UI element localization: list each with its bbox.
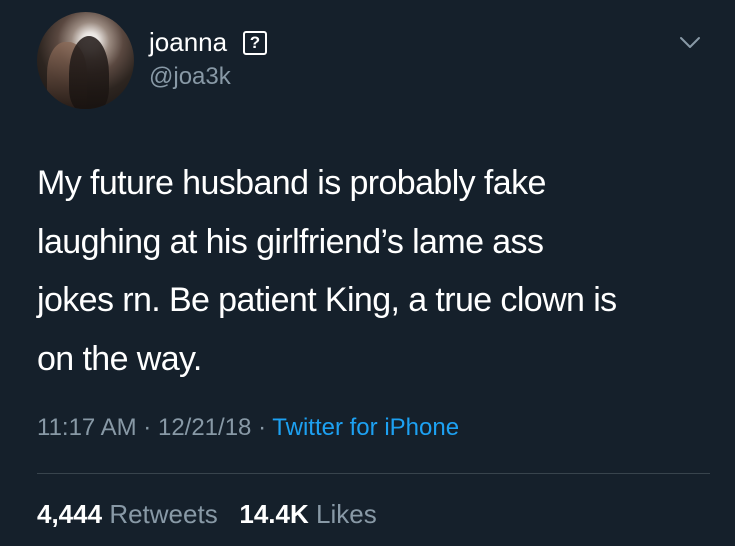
avatar[interactable] (37, 12, 134, 109)
tweet-stats: 4,444 Retweets 14.4K Likes (37, 498, 377, 530)
tweet-time: 11:17 AM (37, 414, 137, 441)
likes-stat[interactable]: 14.4K Likes (239, 499, 376, 529)
meta-separator: · (258, 414, 267, 441)
tweet-source-link[interactable]: Twitter for iPhone (272, 414, 459, 441)
tweet-text-line: on the way. (37, 339, 202, 378)
retweets-label: Retweets (109, 499, 218, 529)
tweet-text: My future husband is probably fake laugh… (37, 154, 717, 388)
divider (37, 473, 710, 474)
tweet-text-line: jokes rn. Be patient King, a true clown … (37, 281, 617, 319)
retweets-stat[interactable]: 4,444 Retweets (37, 499, 218, 529)
avatar-hair (69, 36, 109, 109)
tweet-date: 12/21/18 (157, 414, 252, 441)
tweet-card: joanna ? @joa3k My future husband is pro… (0, 0, 735, 546)
display-name[interactable]: joanna (149, 26, 227, 58)
chevron-down-icon[interactable] (679, 36, 701, 50)
tweet-text-line: laughing at his girlfriend’s lame ass (37, 222, 544, 261)
tweet-meta: 11:17 AM · 12/21/18 · Twitter for iPhone (37, 413, 459, 443)
user-handle[interactable]: @joa3k (149, 62, 231, 92)
retweets-count: 4,444 (37, 499, 103, 529)
question-box-icon: ? (243, 31, 267, 55)
likes-label: Likes (316, 499, 377, 529)
likes-count: 14.4K (239, 499, 309, 529)
meta-separator: · (143, 414, 152, 441)
tweet-text-line: My future husband is probably fake (37, 164, 546, 202)
